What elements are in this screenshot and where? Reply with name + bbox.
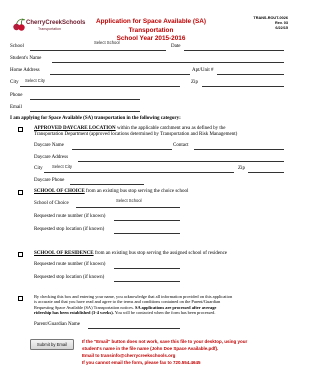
agreement-text: By checking this box and entering your n…	[34, 294, 292, 316]
choice-desc: from an existing bus stop serving the ch…	[84, 189, 189, 194]
residence-desc: from an existing bus stop serving the as…	[93, 251, 228, 256]
daycare-city-select-text[interactable]: Select City	[52, 164, 72, 169]
choice-school-select-text[interactable]: Select School	[116, 198, 142, 203]
email-label: Email	[10, 105, 22, 110]
applying-heading: I am applying for Space Available (SA) t…	[10, 116, 181, 121]
email-field[interactable]	[30, 111, 140, 112]
daycare-name-field[interactable]	[72, 149, 172, 150]
daycare-desc2: Transportation Department (approved loca…	[34, 132, 238, 137]
city-select-text[interactable]: Select City	[25, 78, 45, 83]
instructions-line2: student's name in the file name (John Do…	[82, 346, 219, 351]
student-name-label: Student's Name	[10, 56, 42, 61]
daycare-zip-field[interactable]	[248, 172, 284, 173]
residence-title: SCHOOL OF RESIDENCE	[34, 251, 94, 256]
school-label: School	[10, 44, 24, 49]
submit-by-email-button[interactable]: Submit by Email	[30, 339, 74, 350]
form-date: 6/22/15	[275, 26, 288, 30]
form-code-block: TRANS-ROUT-0026 Rev. 03 6/22/15	[238, 16, 288, 31]
email-instructions: If the "Email" button does not work, sav…	[82, 338, 292, 366]
choice-route-field[interactable]	[114, 220, 180, 221]
zip-field[interactable]	[202, 86, 284, 87]
choice-stop-field[interactable]	[114, 233, 180, 234]
home-address-field[interactable]	[50, 74, 190, 75]
residence-route-label: Requested route number (if known)	[34, 262, 106, 267]
phone-label: Phone	[10, 93, 23, 98]
choice-school-label: School of Choice	[34, 201, 69, 206]
logo-subtext: Transportation	[38, 27, 62, 31]
instructions-email[interactable]: Email to transinfo@cherrycreekschools.or…	[82, 352, 292, 359]
daycare-phone-field[interactable]	[70, 184, 144, 185]
agreement-line4b: You will be contacted when the form has …	[113, 310, 216, 316]
school-select-text[interactable]: Select School	[94, 40, 120, 45]
daycare-phone-label: Daycare Phone	[34, 178, 65, 183]
daycare-address-label: Daycare Address	[34, 155, 69, 160]
residence-route-field[interactable]	[114, 268, 180, 269]
residence-stop-label: Requested stop location (if known)	[34, 275, 105, 280]
daycare-city-label: City	[34, 166, 43, 171]
daycare-address-field[interactable]	[78, 161, 284, 162]
agreement-line3a: Requesting Space Available (SA) Transpor…	[34, 304, 136, 310]
choice-route-label: Requested route number (if known)	[34, 214, 106, 219]
apt-label: Apt/Unit #	[192, 68, 214, 73]
residence-stop-field[interactable]	[114, 281, 180, 282]
school-select[interactable]	[30, 50, 166, 51]
apt-field[interactable]	[217, 74, 284, 75]
form-title-line1: Application for Space Available (SA) Tra…	[96, 18, 206, 34]
zip-label: Zip	[191, 80, 198, 85]
daycare-title: APPROVED DAYCARE LOCATION	[34, 126, 116, 131]
agreement-line3b: SA applications are processed after aver…	[135, 304, 217, 310]
daycare-desc1: within the applicable catchment area as …	[115, 126, 226, 131]
date-field[interactable]	[184, 50, 284, 51]
daycare-contact-label: Contact	[173, 143, 189, 148]
choice-title: SCHOOL OF CHOICE	[34, 189, 85, 194]
residence-title-line: SCHOOL OF RESIDENCE from an existing bus…	[34, 251, 227, 257]
student-name-field[interactable]	[52, 62, 284, 63]
logo: CherryCreekSchools Transportation	[12, 18, 85, 34]
date-label: Date	[171, 44, 181, 49]
residence-checkbox[interactable]	[18, 252, 23, 257]
choice-checkbox[interactable]	[18, 190, 23, 195]
choice-title-line: SCHOOL OF CHOICE from an existing bus st…	[34, 189, 188, 195]
daycare-name-label: Daycare Name	[34, 143, 64, 148]
cherry-logo-icon	[13, 18, 25, 31]
choice-school-select[interactable]	[76, 207, 180, 208]
choice-stop-label: Requested stop location (if known)	[34, 227, 105, 232]
guardian-name-field[interactable]	[88, 328, 180, 329]
city-select[interactable]	[20, 86, 180, 87]
home-address-label: Home Address	[10, 68, 40, 73]
daycare-contact-field[interactable]	[194, 149, 284, 150]
phone-field[interactable]	[30, 99, 140, 100]
instructions-line1: If the "Email" button does not work, sav…	[82, 339, 248, 344]
agreement-checkbox[interactable]	[18, 296, 23, 301]
agreement-line4a: ridership has been established (3-4 week…	[34, 310, 114, 316]
daycare-city-select[interactable]	[44, 172, 234, 173]
city-label: City	[10, 80, 19, 85]
instructions-fax: If you cannot email the form, please fax…	[82, 360, 201, 365]
guardian-name-label: Parent/Guardian Name	[34, 322, 80, 327]
daycare-checkbox[interactable]	[18, 127, 23, 132]
daycare-zip-label: Zip	[238, 166, 245, 171]
